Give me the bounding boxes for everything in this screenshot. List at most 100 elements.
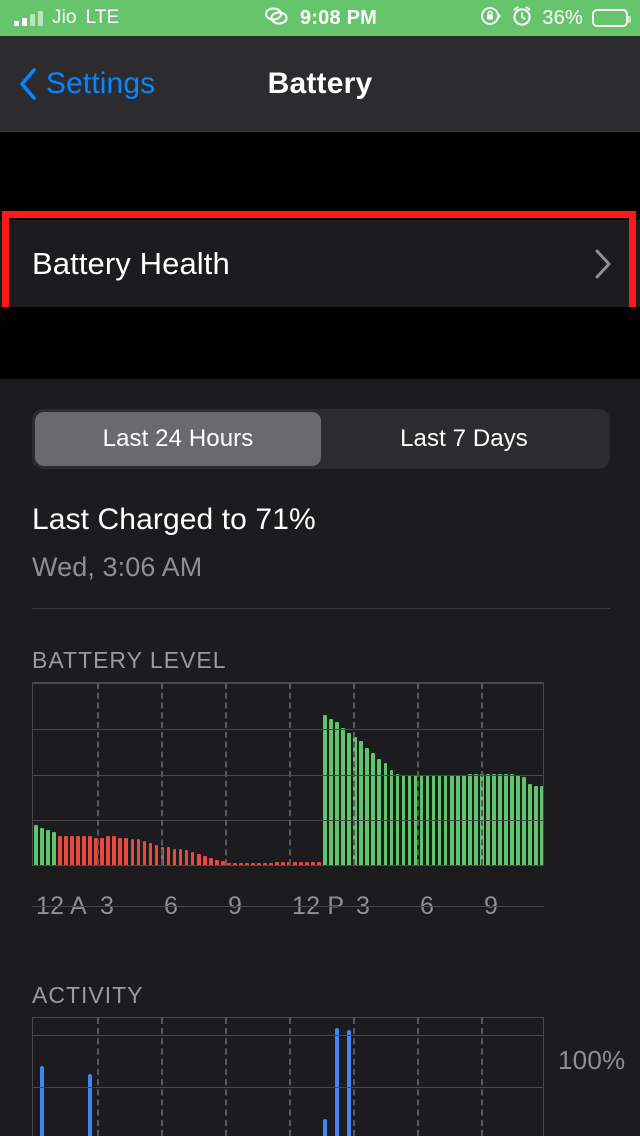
battery-level-bar xyxy=(106,835,111,865)
battery-gridline-v xyxy=(289,683,291,865)
battery-level-bar xyxy=(112,835,117,865)
section-gap-bottom xyxy=(0,307,640,379)
battery-gridline-v xyxy=(97,683,99,865)
battery-level-bar xyxy=(311,862,315,865)
activity-plot-area xyxy=(32,1017,544,1136)
battery-level-bar xyxy=(269,863,273,865)
battery-level-bar xyxy=(389,769,394,865)
battery-level-bar xyxy=(263,863,267,865)
battery-level-bar xyxy=(485,773,490,865)
status-bar: Jio LTE 9:08 PM 36% xyxy=(0,0,640,36)
battery-level-bar xyxy=(371,753,376,865)
battery-level-bar xyxy=(226,863,231,865)
battery-level-bar xyxy=(184,850,189,865)
battery-gridline-v xyxy=(225,683,227,865)
time-range-segmented-control[interactable]: Last 24 Hours Last 7 Days xyxy=(32,409,610,469)
battery-level-bar xyxy=(88,835,93,865)
section-divider xyxy=(32,608,610,609)
alarm-clock-icon xyxy=(511,5,533,32)
activity-gridline-h xyxy=(33,1035,543,1037)
battery-level-bar xyxy=(359,740,364,865)
activity-chart xyxy=(32,1017,544,1136)
battery-level-bar xyxy=(528,784,532,865)
last-charged-timestamp: Wed, 3:06 AM xyxy=(32,552,203,582)
clock-label: 9:08 PM xyxy=(300,6,377,29)
activity-bar xyxy=(88,1074,93,1136)
activity-bar xyxy=(347,1029,352,1136)
battery-level-bar xyxy=(124,837,129,865)
status-bar-right: 36% xyxy=(480,0,631,36)
battery-level-bar xyxy=(305,862,309,865)
battery-gridline-h xyxy=(33,728,543,730)
battery-level-bar xyxy=(196,854,201,865)
segment-last-7-days[interactable]: Last 7 Days xyxy=(321,412,607,466)
battery-level-bar xyxy=(275,862,279,865)
battery-level-bar xyxy=(142,841,147,865)
battery-level-bar xyxy=(497,773,502,865)
battery-level-bar xyxy=(244,863,249,865)
battery-level-bar xyxy=(491,773,496,865)
battery-level-bar xyxy=(190,852,195,865)
battery-icon xyxy=(592,9,631,27)
battery-level-bar xyxy=(58,835,62,865)
battery-level-bar xyxy=(64,835,68,865)
activity-gridline-v xyxy=(481,1018,483,1136)
battery-level-bar xyxy=(510,773,514,865)
activity-gridline-h xyxy=(33,1086,543,1088)
activity-gridline-v xyxy=(417,1018,419,1136)
navigation-bar: Settings Battery xyxy=(0,36,640,132)
battery-level-bar xyxy=(281,862,285,865)
battery-level-bar xyxy=(76,835,81,865)
battery-level-bar xyxy=(166,846,171,865)
segment-last-24-hours[interactable]: Last 24 Hours xyxy=(35,412,321,466)
battery-gridline-v xyxy=(161,683,163,865)
battery-percent-label: 36% xyxy=(542,6,583,29)
battery-level-bar xyxy=(136,839,141,865)
last-charged-headline: Last Charged to 71% xyxy=(32,503,316,536)
battery-level-plot-area xyxy=(32,682,544,866)
battery-level-bar xyxy=(383,762,388,865)
activity-gridline-v xyxy=(225,1018,227,1136)
battery-gridline-v xyxy=(353,683,355,865)
battery-level-bar xyxy=(503,773,508,865)
battery-level-bar xyxy=(46,830,50,865)
activity-gridline-v xyxy=(161,1018,163,1136)
section-gap-top xyxy=(0,133,640,220)
battery-level-bar xyxy=(178,848,183,865)
battery-level-bar xyxy=(70,835,75,865)
activity-bar xyxy=(39,1065,45,1136)
battery-level-chart: 12 A 3 6 9 12 P369 xyxy=(32,682,544,945)
rotation-lock-icon xyxy=(480,5,502,32)
activity-gridline-v xyxy=(289,1018,291,1136)
activity-gridline-v xyxy=(97,1018,99,1136)
activity-bar xyxy=(323,1118,328,1136)
battery-gridline-h xyxy=(33,774,543,776)
activity-gridline-v xyxy=(353,1018,355,1136)
activity-section-title: ACTIVITY xyxy=(32,982,144,1008)
battery-level-bar xyxy=(329,718,334,865)
battery-level-bar xyxy=(365,747,370,865)
battery-usage-panel: Last 24 Hours Last 7 Days Last Charged t… xyxy=(0,379,640,1136)
battery-level-bar xyxy=(214,859,219,865)
battery-level-bar xyxy=(257,863,261,865)
chevron-right-icon xyxy=(594,248,612,280)
battery-gridline-h xyxy=(33,820,543,822)
battery-level-bar xyxy=(317,862,321,865)
battery-level-bar xyxy=(341,727,346,865)
activity-bar xyxy=(335,1028,340,1136)
battery-level-bar xyxy=(250,863,255,865)
battery-level-bar xyxy=(395,773,400,865)
battery-gridline-h xyxy=(33,683,543,684)
battery-health-label: Battery Health xyxy=(32,245,230,281)
battery-level-bar xyxy=(148,843,153,865)
battery-level-bar xyxy=(232,863,237,865)
battery-health-row[interactable]: Battery Health xyxy=(0,220,640,307)
battery-gridline-v xyxy=(417,683,419,865)
battery-level-bar xyxy=(323,714,327,865)
battery-level-bar xyxy=(130,839,135,865)
page-title: Battery xyxy=(267,67,373,100)
battery-level-bar xyxy=(238,863,243,865)
battery-level-bar xyxy=(534,786,538,865)
battery-level-bar xyxy=(473,773,478,865)
battery-level-bar xyxy=(467,773,472,865)
